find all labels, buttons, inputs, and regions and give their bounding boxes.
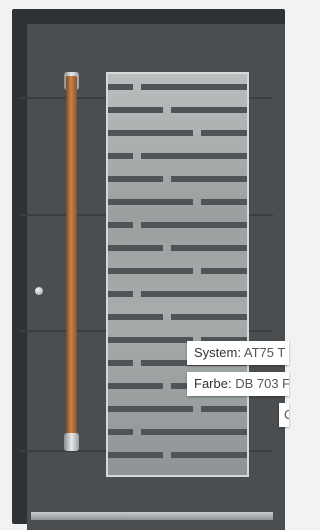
glass-stripe [108,314,163,320]
third-label-value: C [284,407,289,422]
glass-stripe [108,130,193,136]
glass-stripe [108,383,163,389]
glass-panel [106,72,249,477]
glass-stripe [171,176,247,182]
glass-stripe [108,222,133,228]
glass-stripe [108,84,133,90]
glass-stripe [201,406,247,412]
glass-stripe [108,429,133,435]
handle-bottom-cap [64,433,79,451]
glass-stripe [171,452,247,458]
glass-stripe [108,245,163,251]
glass-stripe [141,222,247,228]
glass-stripe [108,176,163,182]
color-label[interactable]: Farbe: DB 703 F [187,372,289,396]
third-label[interactable]: C [279,403,289,427]
glass-stripe [108,406,193,412]
glass-stripe [108,107,163,113]
glass-stripe [108,268,193,274]
system-label-key: System: [194,345,241,360]
glass-stripe [141,429,247,435]
glass-stripe [171,107,247,113]
glass-stripe [108,452,163,458]
glass-stripe [141,291,247,297]
system-label[interactable]: System: AT75 T [187,341,289,365]
color-label-key: Farbe: [194,376,232,391]
glass-stripe [141,153,247,159]
color-label-value: DB 703 F [235,376,289,391]
glass-stripe [108,337,193,343]
system-label-value: AT75 T [243,345,286,360]
glass-stripe [108,291,133,297]
glass-stripe [108,153,133,159]
lock-cylinder [35,287,43,295]
glass-stripe [171,314,247,320]
glass-stripe [201,130,247,136]
glass-stripe [171,245,247,251]
glass-stripe [108,360,133,366]
glass-stripe [108,199,193,205]
wooden-handle [66,76,77,446]
glass-stripe [201,268,247,274]
glass-stripe [201,199,247,205]
door-threshold [31,512,273,520]
glass-stripe [141,84,247,90]
